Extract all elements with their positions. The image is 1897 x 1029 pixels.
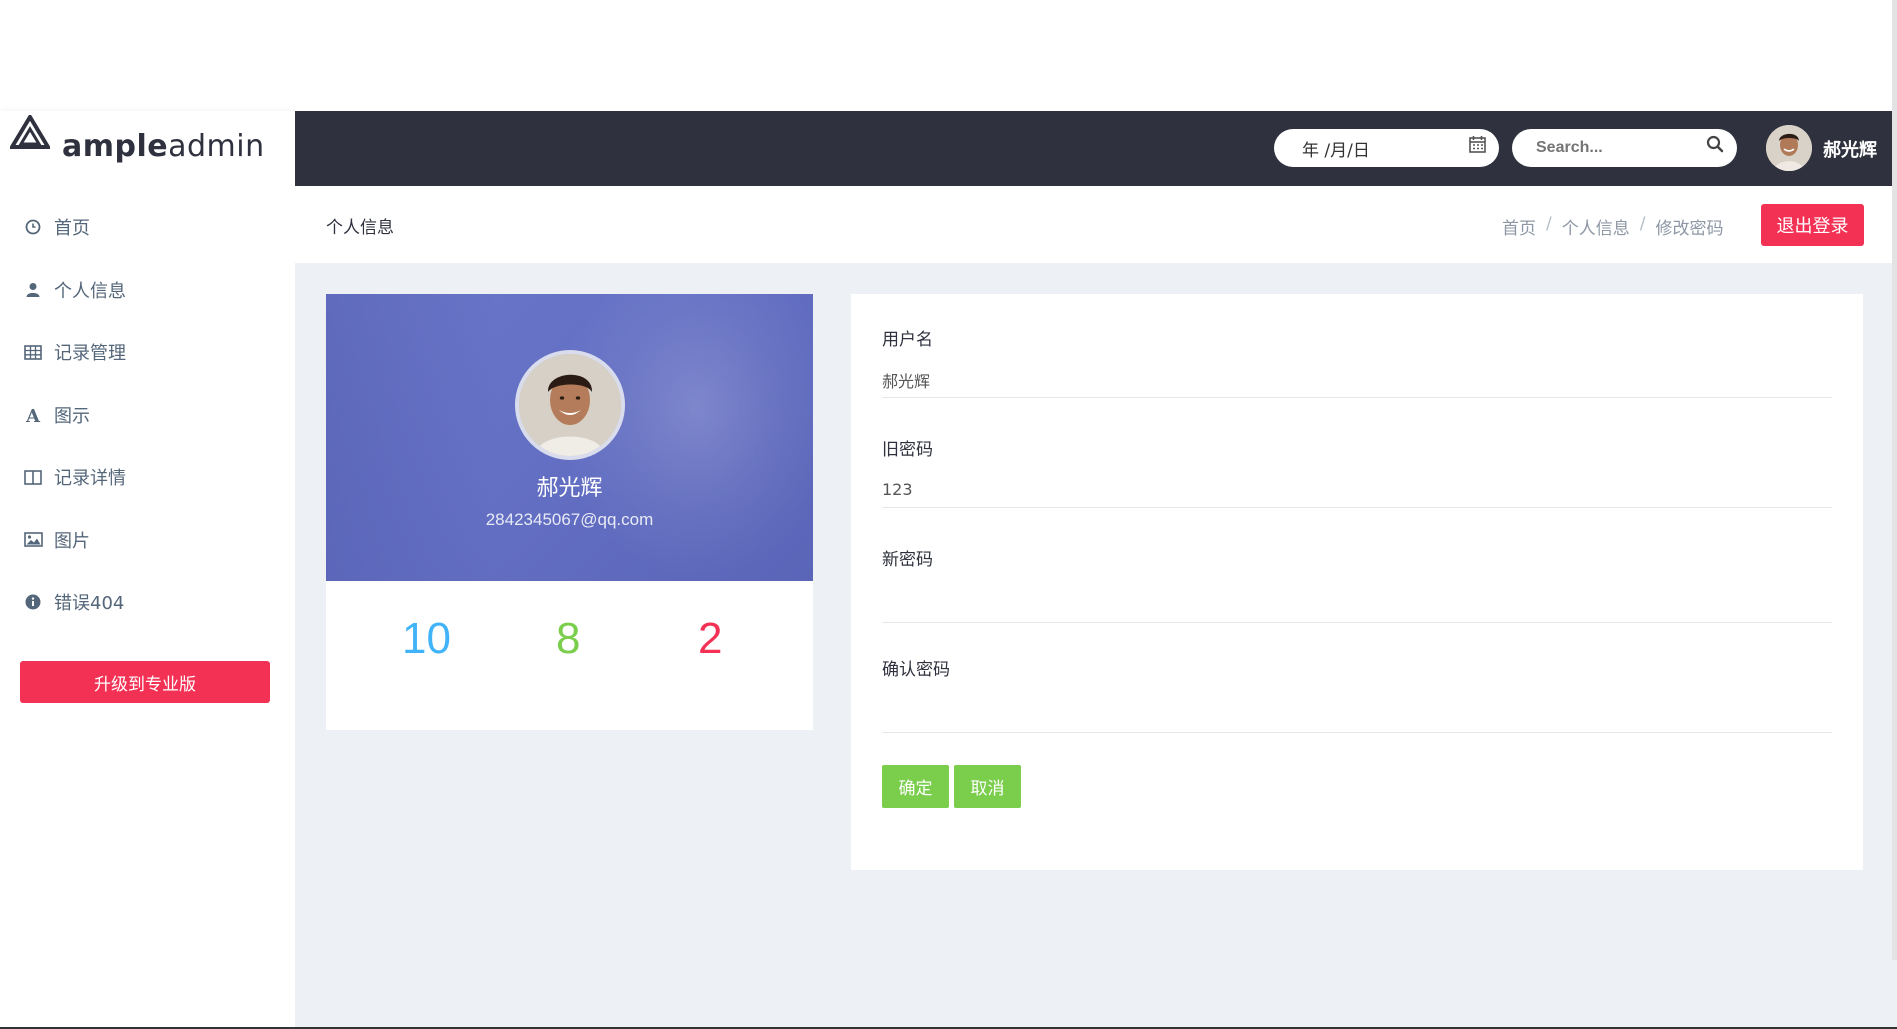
username-label: 用户名 [882, 330, 933, 350]
logo-text: ampleadmin [62, 129, 265, 164]
columns-icon [22, 466, 44, 488]
sidebar-item-images[interactable]: 图片 [0, 509, 295, 572]
user-avatar-image [1766, 125, 1812, 171]
sidebar-item-charts[interactable]: A 图示 [0, 384, 295, 447]
sidebar-item-error-404[interactable]: 错误404 [0, 571, 295, 634]
profile-stat-2: 8 [556, 614, 581, 663]
sidebar: ampleadmin 首页 个人信息 记录管理 A 图示 记录详情 图片 错误4… [0, 111, 295, 1029]
profile-avatar-image [519, 354, 621, 456]
sidebar-menu: 首页 个人信息 记录管理 A 图示 记录详情 图片 错误404 [0, 196, 295, 634]
search-input[interactable] [1512, 129, 1737, 167]
cancel-button[interactable]: 取消 [954, 765, 1021, 808]
profile-stat-1: 10 [402, 614, 451, 663]
search-icon[interactable] [1706, 135, 1724, 153]
breadcrumb-separator: / [1546, 214, 1552, 234]
sidebar-item-home[interactable]: 首页 [0, 196, 295, 259]
clock-icon [22, 216, 44, 238]
info-circle-icon [22, 591, 44, 613]
user-icon [22, 279, 44, 301]
confirm-password-label: 确认密码 [882, 660, 950, 680]
sidebar-item-record-detail[interactable]: 记录详情 [0, 446, 295, 509]
breadcrumb-item-profile[interactable]: 个人信息 [1562, 214, 1630, 239]
profile-avatar [515, 350, 625, 460]
sidebar-item-records[interactable]: 记录管理 [0, 321, 295, 384]
breadcrumb: 首页 / 个人信息 / 修改密码 [1502, 214, 1723, 239]
sidebar-item-label: 记录详情 [54, 468, 126, 490]
page-title: 个人信息 [326, 218, 394, 238]
user-avatar[interactable] [1766, 125, 1812, 171]
logo-mark-icon [10, 115, 50, 149]
old-password-label: 旧密码 [882, 440, 933, 460]
profile-stat-3: 2 [698, 614, 723, 663]
table-icon [22, 341, 44, 363]
breadcrumb-item-change-password: 修改密码 [1655, 219, 1724, 239]
logo[interactable]: ampleadmin [0, 111, 295, 186]
sidebar-item-profile[interactable]: 个人信息 [0, 259, 295, 322]
breadcrumb-item-home[interactable]: 首页 [1502, 214, 1536, 239]
confirm-password-field[interactable] [882, 697, 1832, 733]
sidebar-item-label: 记录管理 [54, 343, 126, 365]
svg-text:A: A [25, 406, 41, 424]
breadcrumb-separator: / [1639, 214, 1646, 234]
old-password-field[interactable] [882, 472, 1832, 508]
profile-name: 郝光辉 [536, 476, 603, 501]
sidebar-item-label: 个人信息 [54, 280, 126, 302]
calendar-icon[interactable] [1469, 135, 1486, 153]
username-field[interactable] [882, 362, 1832, 398]
date-input[interactable]: 年 /月/日 [1274, 129, 1499, 167]
top-blank-area [0, 0, 1897, 111]
profile-email: 2842345067@qq.com [485, 510, 654, 529]
banner-overlay [326, 294, 496, 581]
scrollbar-edge[interactable] [1892, 0, 1897, 960]
new-password-label: 新密码 [882, 550, 933, 570]
new-password-field[interactable] [882, 587, 1832, 623]
user-name[interactable]: 郝光辉 [1823, 136, 1877, 162]
sidebar-item-label: 错误404 [54, 593, 125, 615]
confirm-button[interactable]: 确定 [882, 765, 949, 808]
image-icon [22, 529, 44, 551]
upgrade-to-pro-button[interactable]: 升级到专业版 [20, 661, 270, 703]
sidebar-item-label: 图片 [54, 530, 90, 552]
font-icon: A [22, 404, 44, 426]
sidebar-item-label: 图示 [54, 405, 90, 427]
sidebar-item-label: 首页 [54, 218, 90, 240]
logout-button[interactable]: 退出登录 [1761, 204, 1864, 246]
